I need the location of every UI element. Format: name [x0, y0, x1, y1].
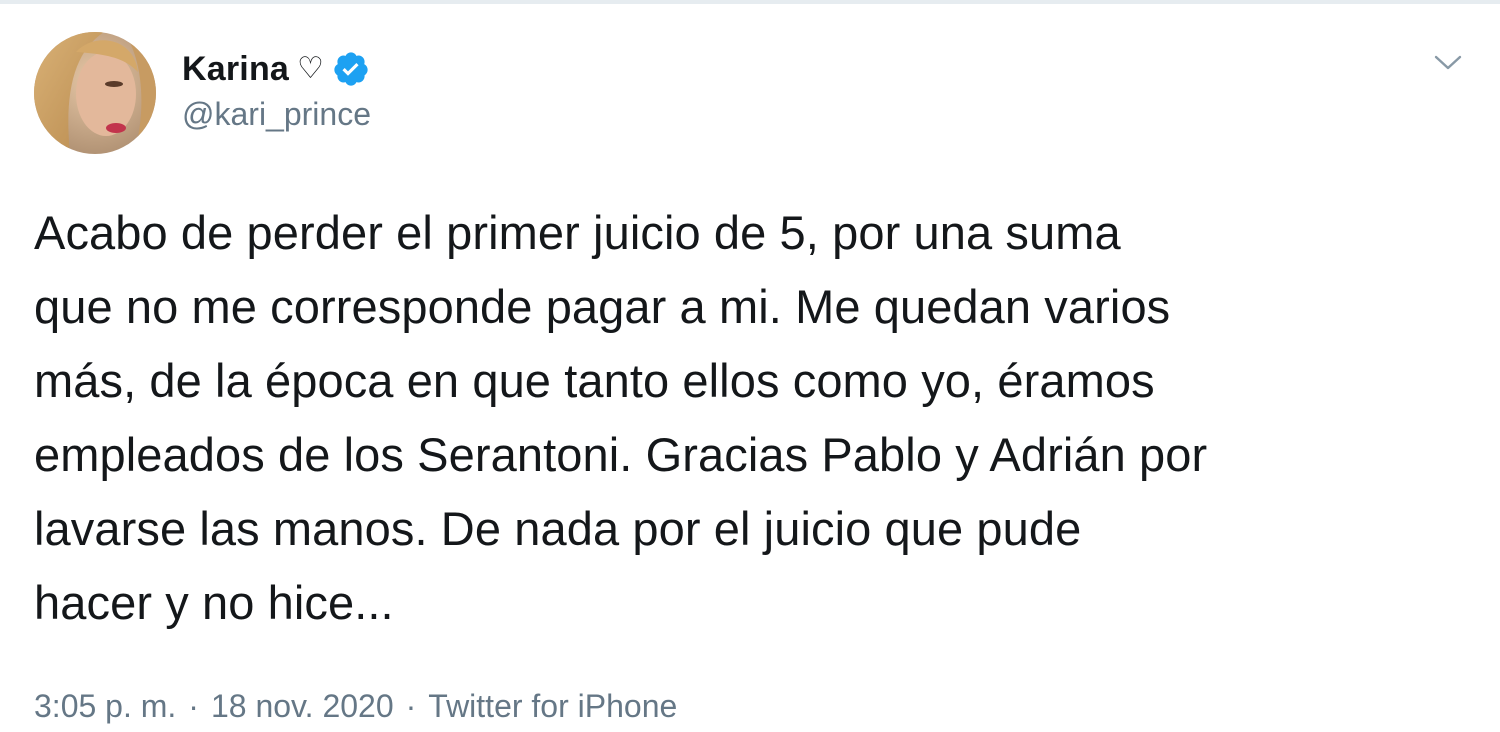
top-divider: [0, 0, 1500, 4]
tweet-date[interactable]: 18 nov. 2020: [211, 688, 394, 725]
tweet-meta: 3:05 p. m. · 18 nov. 2020 · Twitter for …: [34, 688, 677, 725]
verified-badge-icon: [332, 50, 370, 88]
meta-separator: ·: [188, 688, 199, 724]
tweet-text: Acabo de perder el primer juicio de 5, p…: [34, 206, 1208, 629]
tweet-time[interactable]: 3:05 p. m.: [34, 688, 176, 725]
avatar-image: [34, 32, 156, 154]
user-handle[interactable]: @kari_prince: [182, 96, 371, 133]
tweet-card: Karina ♡ @kari_prince Acabo de perder el…: [0, 0, 1500, 732]
chevron-down-icon[interactable]: [1430, 50, 1466, 74]
name-row: Karina ♡: [182, 44, 370, 94]
tweet-source[interactable]: Twitter for iPhone: [428, 688, 677, 725]
avatar[interactable]: [34, 32, 156, 154]
meta-separator: ·: [405, 688, 417, 724]
display-name[interactable]: Karina: [182, 50, 289, 89]
heart-emoji: ♡: [297, 51, 324, 86]
